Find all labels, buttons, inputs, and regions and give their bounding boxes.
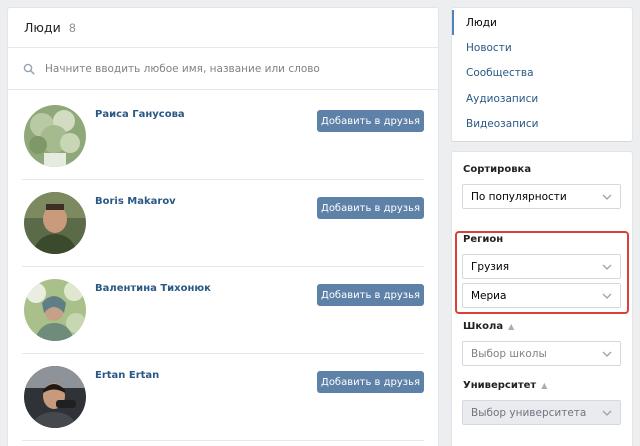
nav-item-news[interactable]: Новости xyxy=(452,35,632,60)
page-title: Люди xyxy=(24,20,61,35)
people-panel: Люди 8 Начните вводить любое имя, назван… xyxy=(8,8,438,446)
person-name[interactable]: Валентина Тихонюк xyxy=(95,283,211,294)
nav-item-people[interactable]: Люди xyxy=(452,10,632,36)
university-label-text: Университет xyxy=(463,380,537,391)
person-name[interactable]: Boris Makarov xyxy=(95,196,176,207)
school-select-value: Выбор школы xyxy=(471,347,547,360)
search-section-nav: Люди Новости Сообщества Аудиозаписи Виде… xyxy=(452,8,632,141)
person-name[interactable]: Раиса Ганусова xyxy=(95,109,185,120)
chevron-down-icon xyxy=(602,351,612,357)
nav-item-video[interactable]: Видеозаписи xyxy=(452,111,632,136)
people-header: Люди 8 xyxy=(8,8,438,48)
university-select[interactable]: Выбор университета xyxy=(462,400,621,425)
list-item: Ertan Ertan Добавить в друзья xyxy=(22,354,424,441)
caret-up-icon: ▲ xyxy=(541,381,548,390)
sort-select[interactable]: По популярности xyxy=(462,184,621,209)
chevron-down-icon xyxy=(602,410,612,416)
people-count: 8 xyxy=(68,20,77,35)
region-highlight-box xyxy=(455,231,629,314)
sort-label: Сортировка xyxy=(463,164,531,175)
add-friend-button[interactable]: Добавить в друзья xyxy=(317,197,424,219)
person-name[interactable]: Ertan Ertan xyxy=(95,370,159,381)
chevron-down-icon xyxy=(602,194,612,200)
search-input[interactable]: Начните вводить любое имя, название или … xyxy=(45,63,320,75)
list-item: Раиса Ганусова Добавить в друзья xyxy=(22,93,424,180)
search-icon xyxy=(22,62,36,76)
avatar[interactable] xyxy=(24,366,86,428)
school-label-text: Школа xyxy=(463,321,504,332)
caret-up-icon: ▲ xyxy=(508,322,515,331)
school-select[interactable]: Выбор школы xyxy=(462,341,621,366)
nav-item-audio[interactable]: Аудиозаписи xyxy=(452,86,632,111)
university-select-value: Выбор университета xyxy=(471,406,587,419)
avatar[interactable] xyxy=(24,279,86,341)
sort-select-value: По популярности xyxy=(471,190,567,203)
university-label[interactable]: Университет ▲ xyxy=(463,380,547,391)
avatar[interactable] xyxy=(24,105,86,167)
add-friend-button[interactable]: Добавить в друзья xyxy=(317,110,424,132)
add-friend-button[interactable]: Добавить в друзья xyxy=(317,284,424,306)
nav-item-communities[interactable]: Сообщества xyxy=(452,61,632,86)
sort-label-text: Сортировка xyxy=(463,164,532,175)
search-bar[interactable]: Начните вводить любое имя, название или … xyxy=(8,48,438,90)
list-item: Валентина Тихонюк Добавить в друзья xyxy=(22,267,424,354)
avatar[interactable] xyxy=(24,192,86,254)
school-label[interactable]: Школа ▲ xyxy=(463,321,514,332)
list-item: Boris Makarov Добавить в друзья xyxy=(22,180,424,267)
add-friend-button[interactable]: Добавить в друзья xyxy=(317,371,424,393)
